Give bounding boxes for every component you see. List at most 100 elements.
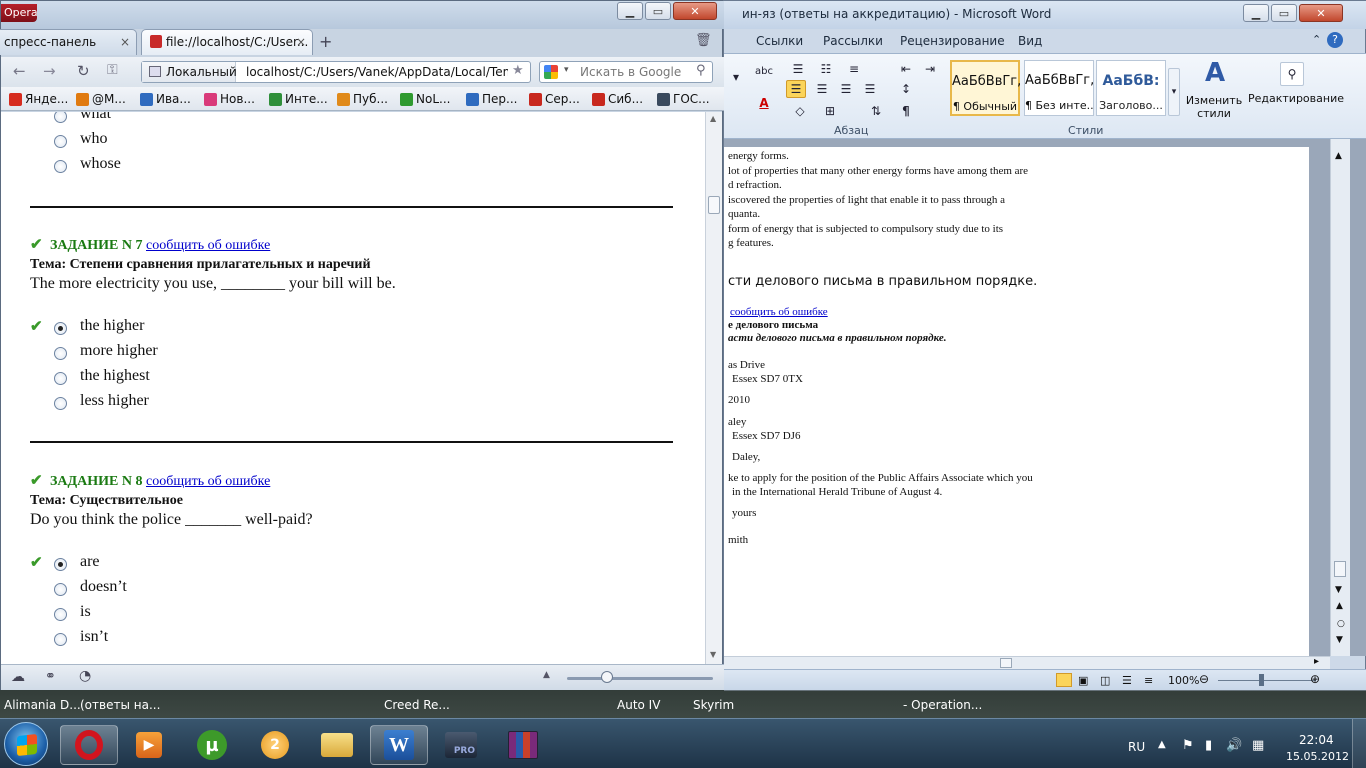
- answer-option[interactable]: who: [1, 130, 301, 155]
- scroll-thumb[interactable]: [708, 196, 720, 214]
- radio-button[interactable]: [54, 608, 67, 621]
- new-tab-icon[interactable]: +: [319, 32, 332, 51]
- numbering-icon[interactable]: ☷: [816, 60, 836, 78]
- taskbar-label[interactable]: Skyrim: [693, 698, 734, 712]
- report-error-link[interactable]: сообщить об ошибке: [146, 474, 270, 489]
- web-layout-icon[interactable]: ◫: [1100, 674, 1110, 687]
- network-icon[interactable]: ▦: [1252, 738, 1264, 753]
- zoom-level[interactable]: 100%: [1168, 674, 1199, 687]
- scroll-thumb[interactable]: [1334, 561, 1346, 577]
- answer-option[interactable]: the highest: [1, 367, 301, 392]
- key-icon[interactable]: ⚿: [107, 62, 118, 78]
- speed-icon[interactable]: ◔: [79, 668, 91, 684]
- bookmark-star-icon[interactable]: ★: [512, 63, 524, 78]
- shading-icon[interactable]: ◇: [790, 102, 810, 120]
- prev-page-icon[interactable]: ▲: [1336, 601, 1343, 611]
- font-size-dropdown-icon[interactable]: ▾: [726, 68, 746, 86]
- text-highlight-icon[interactable]: abc: [754, 62, 774, 80]
- radio-button[interactable]: [54, 633, 67, 646]
- zoom-slider-track[interactable]: [567, 677, 713, 680]
- answer-option[interactable]: doesn’t: [1, 578, 301, 603]
- page-scrollbar[interactable]: ▲ ▼: [705, 112, 722, 664]
- minimize-icon[interactable]: ▁: [1243, 4, 1269, 22]
- bookmark-item[interactable]: Пуб...: [337, 92, 388, 106]
- binoculars-icon[interactable]: ⚲: [1280, 62, 1304, 86]
- taskbar-utorrent[interactable]: µ: [183, 725, 241, 765]
- radio-button[interactable]: [54, 372, 67, 385]
- taskbar-label[interactable]: Creed Re...: [384, 698, 450, 712]
- back-icon[interactable]: ←: [13, 62, 26, 80]
- zoom-slider-thumb[interactable]: [601, 671, 613, 683]
- bullets-icon[interactable]: ☰: [788, 60, 808, 78]
- answer-option[interactable]: is: [1, 603, 301, 628]
- scroll-up-icon[interactable]: ▲: [1335, 151, 1342, 161]
- answer-option[interactable]: are: [1, 553, 301, 578]
- tab-view[interactable]: Вид: [1018, 34, 1042, 48]
- line-spacing-icon[interactable]: ↕: [896, 80, 916, 98]
- print-layout-icon[interactable]: [1056, 673, 1072, 687]
- taskbar-label[interactable]: (ответы на...: [80, 698, 160, 712]
- bookmark-item[interactable]: Нов...: [204, 92, 255, 106]
- maximize-icon[interactable]: ▭: [1271, 4, 1297, 22]
- editing-button[interactable]: Редактирование: [1248, 92, 1344, 105]
- zoom-slider-track[interactable]: [1218, 680, 1316, 681]
- clock-time[interactable]: 22:04: [1299, 733, 1334, 747]
- radio-button-selected[interactable]: [54, 558, 67, 571]
- taskbar-media-player[interactable]: ▶: [120, 725, 178, 765]
- answer-option[interactable]: what: [1, 112, 301, 130]
- bookmark-item[interactable]: Сер...: [529, 92, 580, 106]
- bookmark-item[interactable]: Инте...: [269, 92, 328, 106]
- bookmark-item[interactable]: Янде...: [9, 92, 68, 106]
- chevron-down-icon[interactable]: ▾: [564, 65, 569, 75]
- close-icon[interactable]: ✕: [1299, 4, 1343, 22]
- change-styles-button[interactable]: Изменить стили: [1184, 94, 1244, 120]
- align-left-icon[interactable]: ☰: [786, 80, 806, 98]
- scroll-right-icon[interactable]: ▸: [1314, 656, 1319, 667]
- opera-menu-button[interactable]: Opera: [1, 4, 38, 22]
- search-icon[interactable]: ⚲: [696, 63, 706, 78]
- taskbar-label[interactable]: - Operation...: [903, 698, 982, 712]
- taskbar-word[interactable]: W: [370, 725, 428, 765]
- bookmark-item[interactable]: NoL...: [400, 92, 450, 106]
- taskbar-video-app[interactable]: PRO: [432, 725, 490, 765]
- radio-button[interactable]: [54, 583, 67, 596]
- answer-option[interactable]: less higher: [1, 392, 301, 417]
- search-field[interactable]: ▾ Искать в Google ⚲: [539, 61, 713, 83]
- align-right-icon[interactable]: ☰: [836, 80, 856, 98]
- taskbar-winrar[interactable]: [494, 725, 552, 765]
- bookmark-item[interactable]: ГОС...: [657, 92, 710, 106]
- reading-layout-icon[interactable]: ▣: [1078, 674, 1088, 687]
- cloud-icon[interactable]: ☁: [11, 669, 25, 685]
- maximize-icon[interactable]: ▭: [645, 2, 671, 20]
- radio-button[interactable]: [54, 397, 67, 410]
- style-no-spacing[interactable]: АаБбВвГг, ¶ Без инте...: [1024, 60, 1094, 116]
- show-desktop-button[interactable]: [1352, 719, 1366, 768]
- scroll-down-icon[interactable]: ▼: [1335, 585, 1342, 595]
- bookmark-item[interactable]: @M...: [76, 92, 126, 106]
- bookmark-item[interactable]: Сиб...: [592, 92, 643, 106]
- increase-indent-icon[interactable]: ⇥: [920, 60, 940, 78]
- answer-option[interactable]: more higher: [1, 342, 301, 367]
- action-center-flag-icon[interactable]: ⚑: [1182, 738, 1194, 753]
- volume-icon[interactable]: 🔊: [1226, 738, 1242, 753]
- bookmark-item[interactable]: Ива...: [140, 92, 191, 106]
- outline-icon[interactable]: ☰: [1122, 674, 1132, 687]
- answer-option[interactable]: the higher: [1, 317, 301, 342]
- tab-review[interactable]: Рецензирование: [900, 34, 1005, 48]
- taskbar-label[interactable]: Auto IV: [617, 698, 660, 712]
- taskbar-app[interactable]: 2: [246, 725, 304, 765]
- hscroll-thumb[interactable]: [1000, 658, 1012, 668]
- help-icon[interactable]: ?: [1327, 32, 1343, 48]
- show-hidden-icons-icon[interactable]: ▲: [1158, 739, 1166, 750]
- change-styles-icon[interactable]: A: [1200, 58, 1230, 88]
- scroll-up-icon[interactable]: ▲: [710, 114, 716, 123]
- radio-button[interactable]: [54, 160, 67, 173]
- radio-button[interactable]: [54, 112, 67, 123]
- document-page[interactable]: energy forms. lot of properties that man…: [724, 147, 1309, 656]
- radio-button[interactable]: [54, 347, 67, 360]
- word-horizontal-scrollbar[interactable]: ▸: [724, 656, 1330, 669]
- next-page-icon[interactable]: ▼: [1336, 635, 1343, 645]
- reload-icon[interactable]: ↻: [77, 62, 90, 80]
- address-bar[interactable]: Локальный localhost/C:/Users/Vanek/AppDa…: [141, 61, 531, 83]
- justify-icon[interactable]: ☰: [860, 80, 880, 98]
